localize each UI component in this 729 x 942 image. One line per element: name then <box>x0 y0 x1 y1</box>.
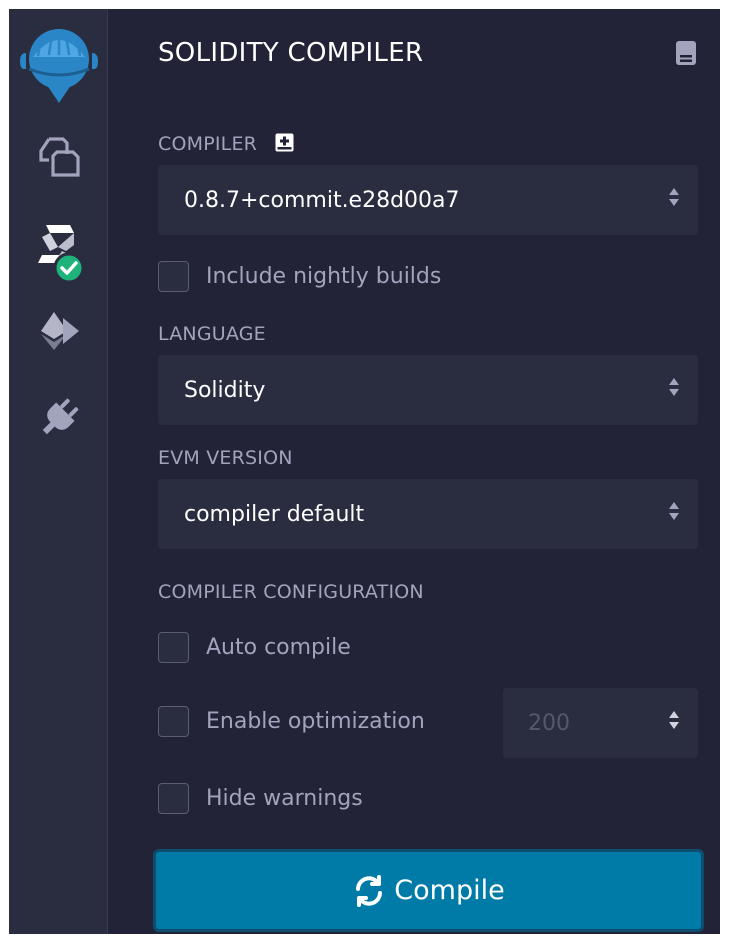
compiler-label: COMPILER <box>158 133 294 157</box>
evm-version-select[interactable]: compiler default <box>158 479 698 549</box>
optimization-row[interactable]: Enable optimization <box>158 706 425 737</box>
hide-warnings-row[interactable]: Hide warnings <box>158 783 363 814</box>
app-frame: SOLIDITY COMPILER COMPILER 0.8.7+commit.… <box>9 9 720 934</box>
documentation-icon[interactable] <box>675 40 697 70</box>
auto-compile-label: Auto compile <box>206 635 351 660</box>
select-arrows-icon <box>668 186 680 214</box>
evm-version-value: compiler default <box>184 501 365 527</box>
language-label: LANGUAGE <box>158 323 266 345</box>
compiler-label-text: COMPILER <box>158 133 258 155</box>
optimization-label: Enable optimization <box>206 709 425 734</box>
hide-warnings-label: Hide warnings <box>206 786 363 811</box>
compiler-panel: SOLIDITY COMPILER COMPILER 0.8.7+commit.… <box>109 9 720 934</box>
language-select[interactable]: Solidity <box>158 355 698 425</box>
compile-button[interactable]: Compile <box>153 849 704 932</box>
compile-button-label: Compile <box>394 875 505 906</box>
compiler-version-select[interactable]: 0.8.7+commit.e28d00a7 <box>158 165 698 235</box>
nightly-builds-label: Include nightly builds <box>206 264 442 289</box>
plus-square-icon[interactable] <box>275 133 294 157</box>
stepper-arrows-icon[interactable] <box>668 709 680 737</box>
compiler-version-value: 0.8.7+commit.e28d00a7 <box>184 187 460 213</box>
panel-title: SOLIDITY COMPILER <box>158 38 424 68</box>
nightly-builds-checkbox[interactable] <box>158 261 189 292</box>
hide-warnings-checkbox[interactable] <box>158 783 189 814</box>
remix-logo-icon[interactable] <box>9 21 108 105</box>
solidity-compiler-icon[interactable] <box>9 217 108 289</box>
nightly-builds-row[interactable]: Include nightly builds <box>158 261 441 292</box>
evm-version-label: EVM VERSION <box>158 447 293 469</box>
icon-sidebar <box>9 9 108 934</box>
select-arrows-icon <box>668 376 680 404</box>
language-value: Solidity <box>184 377 266 403</box>
file-explorer-icon[interactable] <box>9 129 108 185</box>
auto-compile-row[interactable]: Auto compile <box>158 632 351 663</box>
optimization-runs-input[interactable]: 200 <box>503 688 698 758</box>
optimization-runs-value: 200 <box>528 710 570 736</box>
auto-compile-checkbox[interactable] <box>158 632 189 663</box>
select-arrows-icon <box>668 500 680 528</box>
refresh-icon <box>352 874 386 908</box>
optimization-checkbox[interactable] <box>158 706 189 737</box>
plugin-manager-icon[interactable] <box>9 393 108 443</box>
compiler-configuration-label: COMPILER CONFIGURATION <box>158 581 424 603</box>
deploy-run-icon[interactable] <box>9 306 108 356</box>
check-circle-icon <box>53 252 84 284</box>
